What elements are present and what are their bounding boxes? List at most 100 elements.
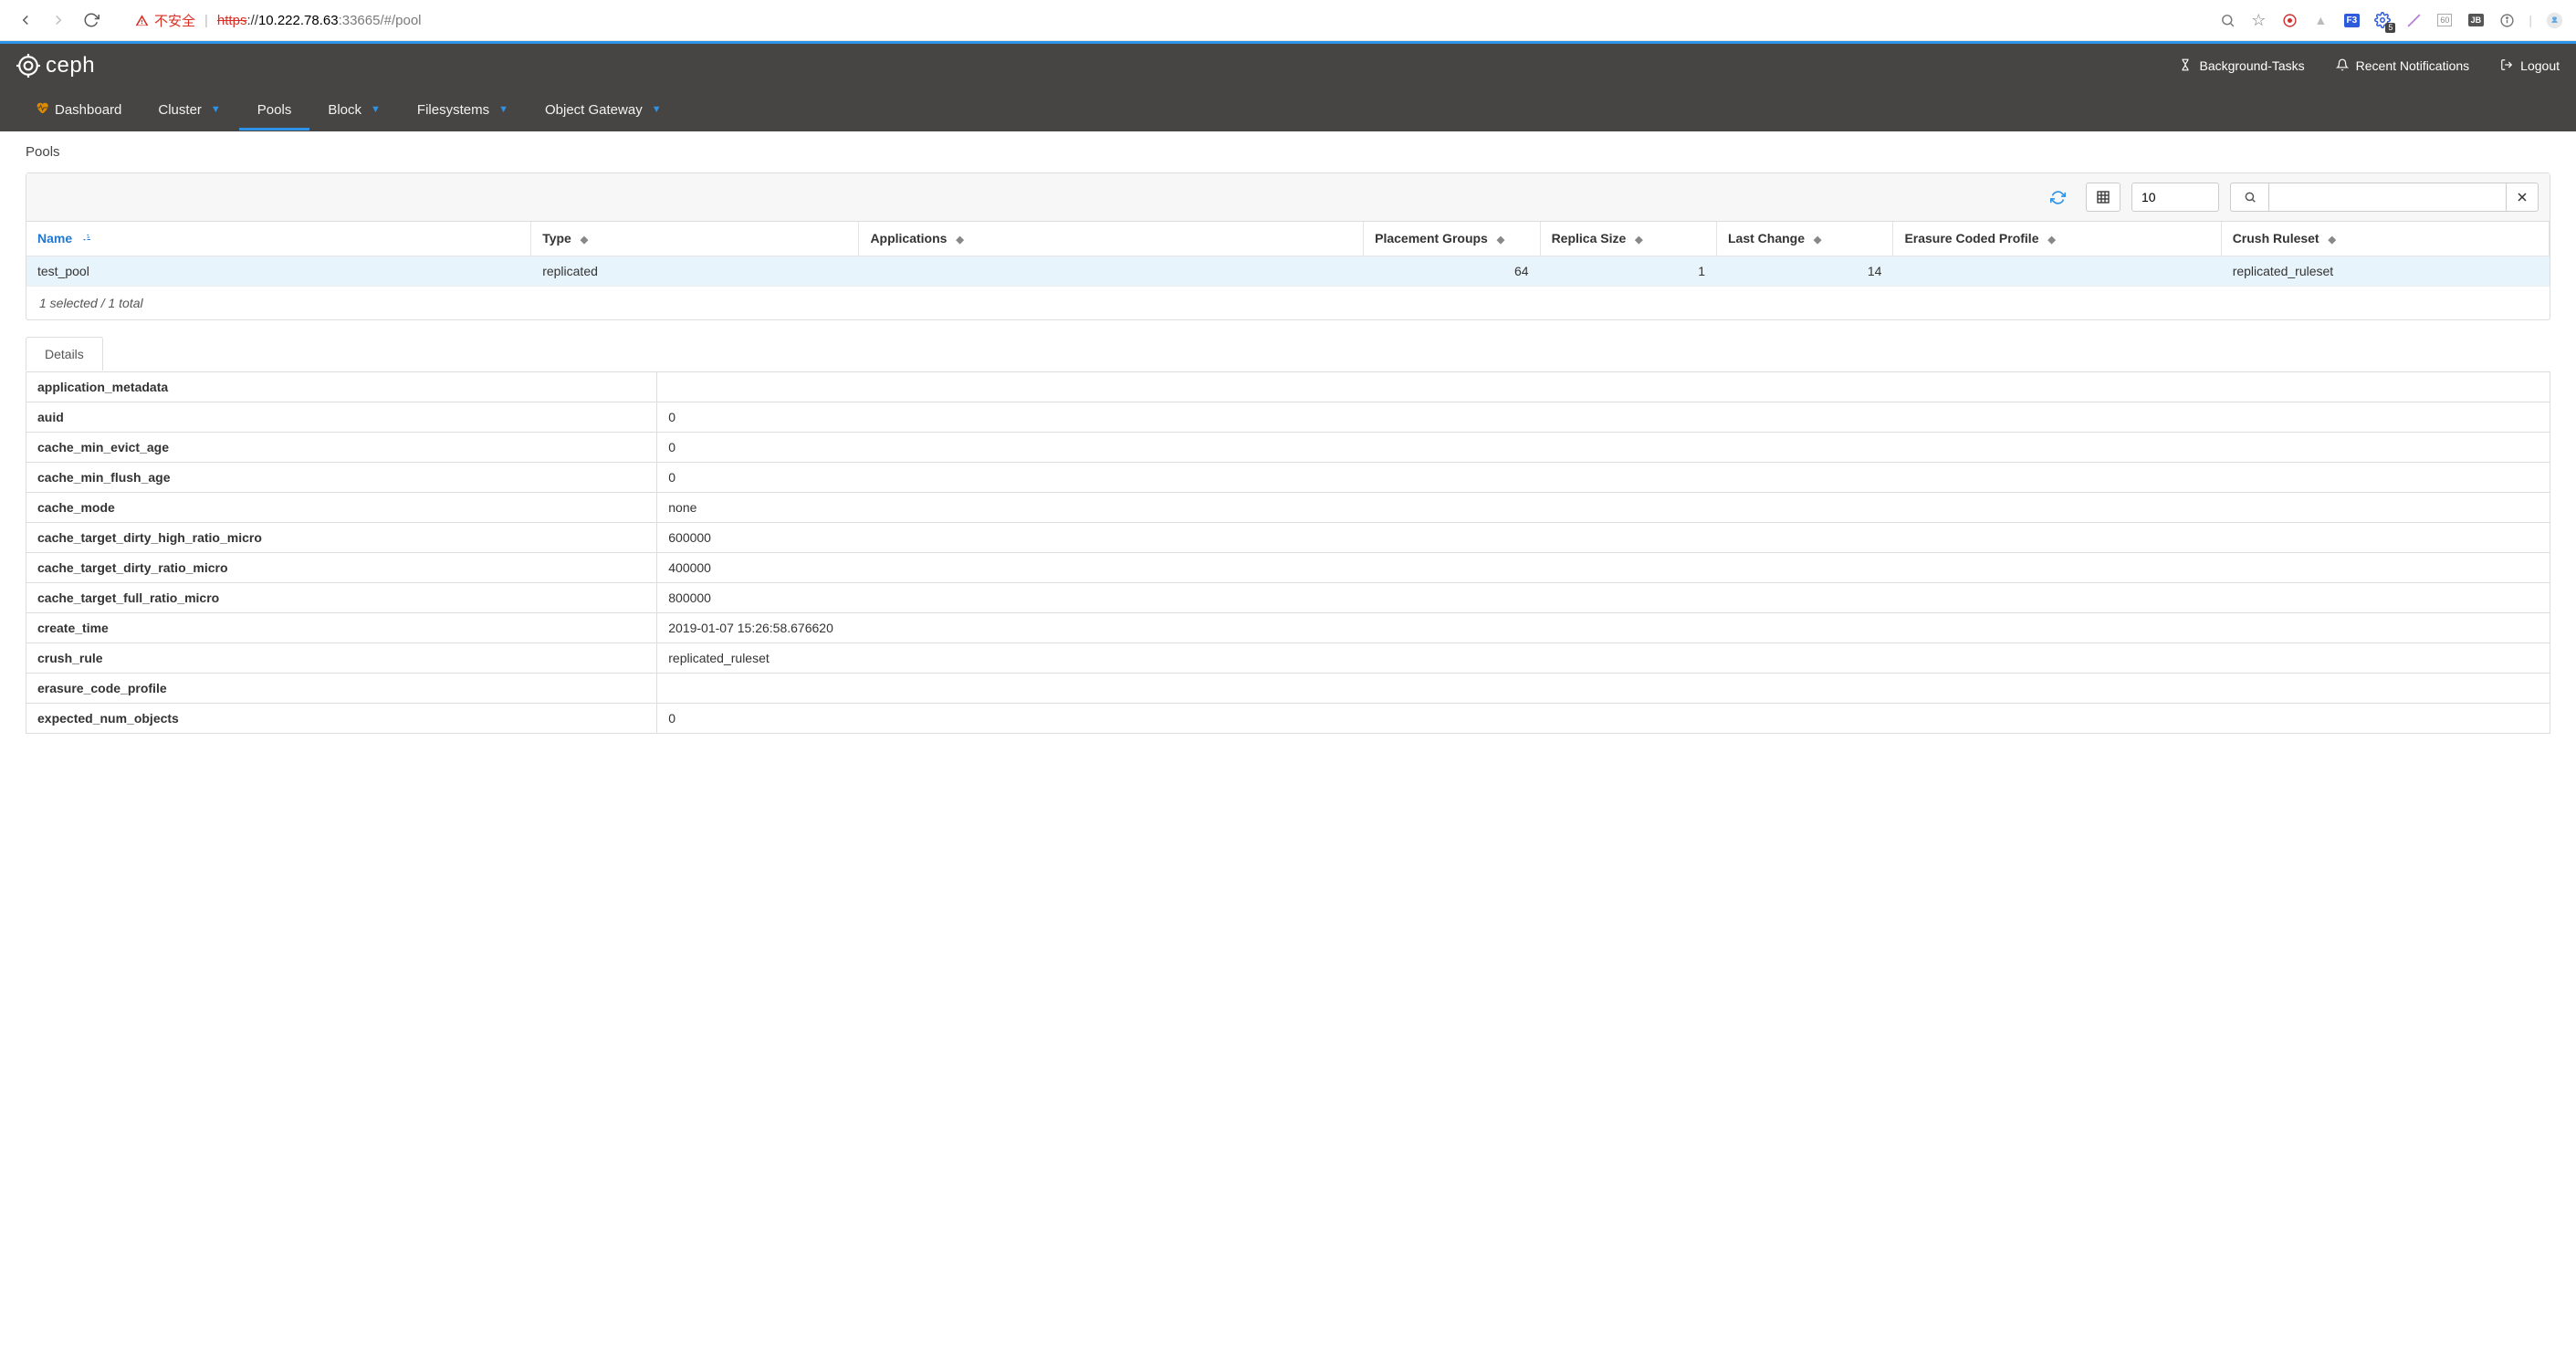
nav-dashboard[interactable]: Dashboard <box>16 89 140 131</box>
heartbeat-icon <box>35 100 49 119</box>
bookmark-star-icon[interactable]: ☆ <box>2249 11 2267 29</box>
details-key: application_metadata <box>26 371 657 402</box>
details-row: cache_target_dirty_high_ratio_micro60000… <box>26 522 2550 552</box>
reload-button[interactable] <box>79 7 104 33</box>
details-value: 0 <box>657 462 2550 492</box>
details-row: cache_min_flush_age0 <box>26 462 2550 492</box>
details-key: cache_target_dirty_high_ratio_micro <box>26 522 657 552</box>
details-row: crush_rulereplicated_ruleset <box>26 642 2550 673</box>
search-button[interactable] <box>2230 183 2268 212</box>
url-text: https://10.222.78.63:33665/#/pool <box>217 13 422 28</box>
sort-icon: ◆ <box>956 235 963 245</box>
details-row: erasure_code_profile <box>26 673 2550 703</box>
details-key: cache_min_evict_age <box>26 432 657 462</box>
details-row: expected_num_objects0 <box>26 703 2550 733</box>
details-value: 0 <box>657 402 2550 432</box>
background-tasks-link[interactable]: Background-Tasks <box>2179 58 2304 74</box>
chevron-down-icon: ▼ <box>371 104 381 115</box>
details-row: application_metadata <box>26 371 2550 402</box>
col-last-change[interactable]: Last Change ◆ <box>1717 222 1893 256</box>
cell-replica: 1 <box>1540 256 1716 286</box>
col-name[interactable]: Name <box>26 222 531 256</box>
col-applications[interactable]: Applications ◆ <box>859 222 1364 256</box>
ext5-icon[interactable] <box>2404 11 2423 29</box>
nav-filesystems[interactable]: Filesystems▼ <box>399 91 527 131</box>
insecure-label: 不安全 <box>154 11 195 30</box>
detail-tabs: Details <box>26 337 2550 371</box>
sort-icon: ◆ <box>1635 235 1642 245</box>
ext7-icon[interactable]: JB <box>2466 11 2485 29</box>
details-value: 800000 <box>657 582 2550 612</box>
brand-logo[interactable]: ceph <box>16 53 95 89</box>
cell-last-change: 14 <box>1717 256 1893 286</box>
cell-crush-ruleset: replicated_ruleset <box>2221 256 2549 286</box>
columns-button[interactable] <box>2086 183 2120 212</box>
chevron-down-icon: ▼ <box>498 104 508 115</box>
breadcrumb: Pools <box>0 131 2576 172</box>
refresh-button[interactable] <box>2040 183 2075 212</box>
recent-notifications-label: Recent Notifications <box>2356 58 2470 73</box>
logout-link[interactable]: Logout <box>2500 58 2560 74</box>
details-row: cache_target_dirty_ratio_micro400000 <box>26 552 2550 582</box>
details-row: cache_modenone <box>26 492 2550 522</box>
forward-button[interactable] <box>46 7 71 33</box>
address-bar[interactable]: 不安全 | https://10.222.78.63:33665/#/pool <box>135 11 422 30</box>
cell-type: replicated <box>531 256 859 286</box>
ext6-icon[interactable]: 60 <box>2435 11 2454 29</box>
address-separator: | <box>204 13 208 28</box>
details-row: cache_min_evict_age0 <box>26 432 2550 462</box>
main-nav: Dashboard Cluster▼ Pools Block▼ Filesyst… <box>0 89 2576 131</box>
col-erasure-coded-profile[interactable]: Erasure Coded Profile ◆ <box>1893 222 2221 256</box>
col-type[interactable]: Type ◆ <box>531 222 859 256</box>
tab-details[interactable]: Details <box>26 337 103 371</box>
sort-icon: ◆ <box>1814 235 1821 245</box>
sort-icon: ◆ <box>2047 235 2055 245</box>
table-row[interactable]: test_poolreplicated64114replicated_rules… <box>26 256 2550 286</box>
details-row: cache_target_full_ratio_micro800000 <box>26 582 2550 612</box>
details-key: cache_target_full_ratio_micro <box>26 582 657 612</box>
nav-cluster[interactable]: Cluster▼ <box>140 91 238 131</box>
nav-pools[interactable]: Pools <box>239 91 310 131</box>
page-size-input[interactable] <box>2131 183 2219 212</box>
gear-icon[interactable]: 5 <box>2373 11 2392 29</box>
details-key: create_time <box>26 612 657 642</box>
details-key: cache_target_dirty_ratio_micro <box>26 552 657 582</box>
cell-applications <box>859 256 1364 286</box>
breadcrumb-item: Pools <box>26 144 60 160</box>
sort-icon: ◆ <box>1497 235 1504 245</box>
brand-text: ceph <box>46 53 95 78</box>
details-value: 0 <box>657 703 2550 733</box>
recent-notifications-link[interactable]: Recent Notifications <box>2336 58 2470 74</box>
logout-label: Logout <box>2520 58 2560 73</box>
chrome-right: ☆ ▲ F3 5 60 JB | <box>2218 11 2563 29</box>
profile-icon[interactable] <box>2545 11 2563 29</box>
col-replica-size[interactable]: Replica Size ◆ <box>1540 222 1716 256</box>
panel-toolbar <box>26 173 2550 222</box>
hourglass-icon <box>2179 58 2192 74</box>
ext3-icon[interactable]: F3 <box>2342 11 2361 29</box>
clear-search-button[interactable] <box>2506 183 2539 212</box>
cell-pg: 64 <box>1364 256 1540 286</box>
details-table: application_metadataauid0cache_min_evict… <box>26 371 2550 734</box>
chevron-down-icon: ▼ <box>652 104 662 115</box>
zoom-icon[interactable] <box>2218 11 2236 29</box>
search-input[interactable] <box>2268 183 2506 212</box>
col-crush-ruleset[interactable]: Crush Ruleset ◆ <box>2221 222 2549 256</box>
sort-icon: ◆ <box>2329 235 2336 245</box>
back-button[interactable] <box>13 7 38 33</box>
ext2-icon[interactable]: ▲ <box>2311 11 2330 29</box>
pools-panel: Name Type ◆ Applications ◆ Placement Gro… <box>26 172 2550 320</box>
details-value: 400000 <box>657 552 2550 582</box>
sort-asc-icon <box>81 235 92 246</box>
col-placement-groups[interactable]: Placement Groups ◆ <box>1364 222 1540 256</box>
nav-object-gateway[interactable]: Object Gateway▼ <box>527 91 680 131</box>
details-row: auid0 <box>26 402 2550 432</box>
ext1-icon[interactable] <box>2280 11 2299 29</box>
details-value: 0 <box>657 432 2550 462</box>
details-key: crush_rule <box>26 642 657 673</box>
table-footer: 1 selected / 1 total <box>26 286 2550 319</box>
details-value <box>657 371 2550 402</box>
nav-block[interactable]: Block▼ <box>309 91 399 131</box>
info-icon[interactable] <box>2497 11 2516 29</box>
details-value: none <box>657 492 2550 522</box>
